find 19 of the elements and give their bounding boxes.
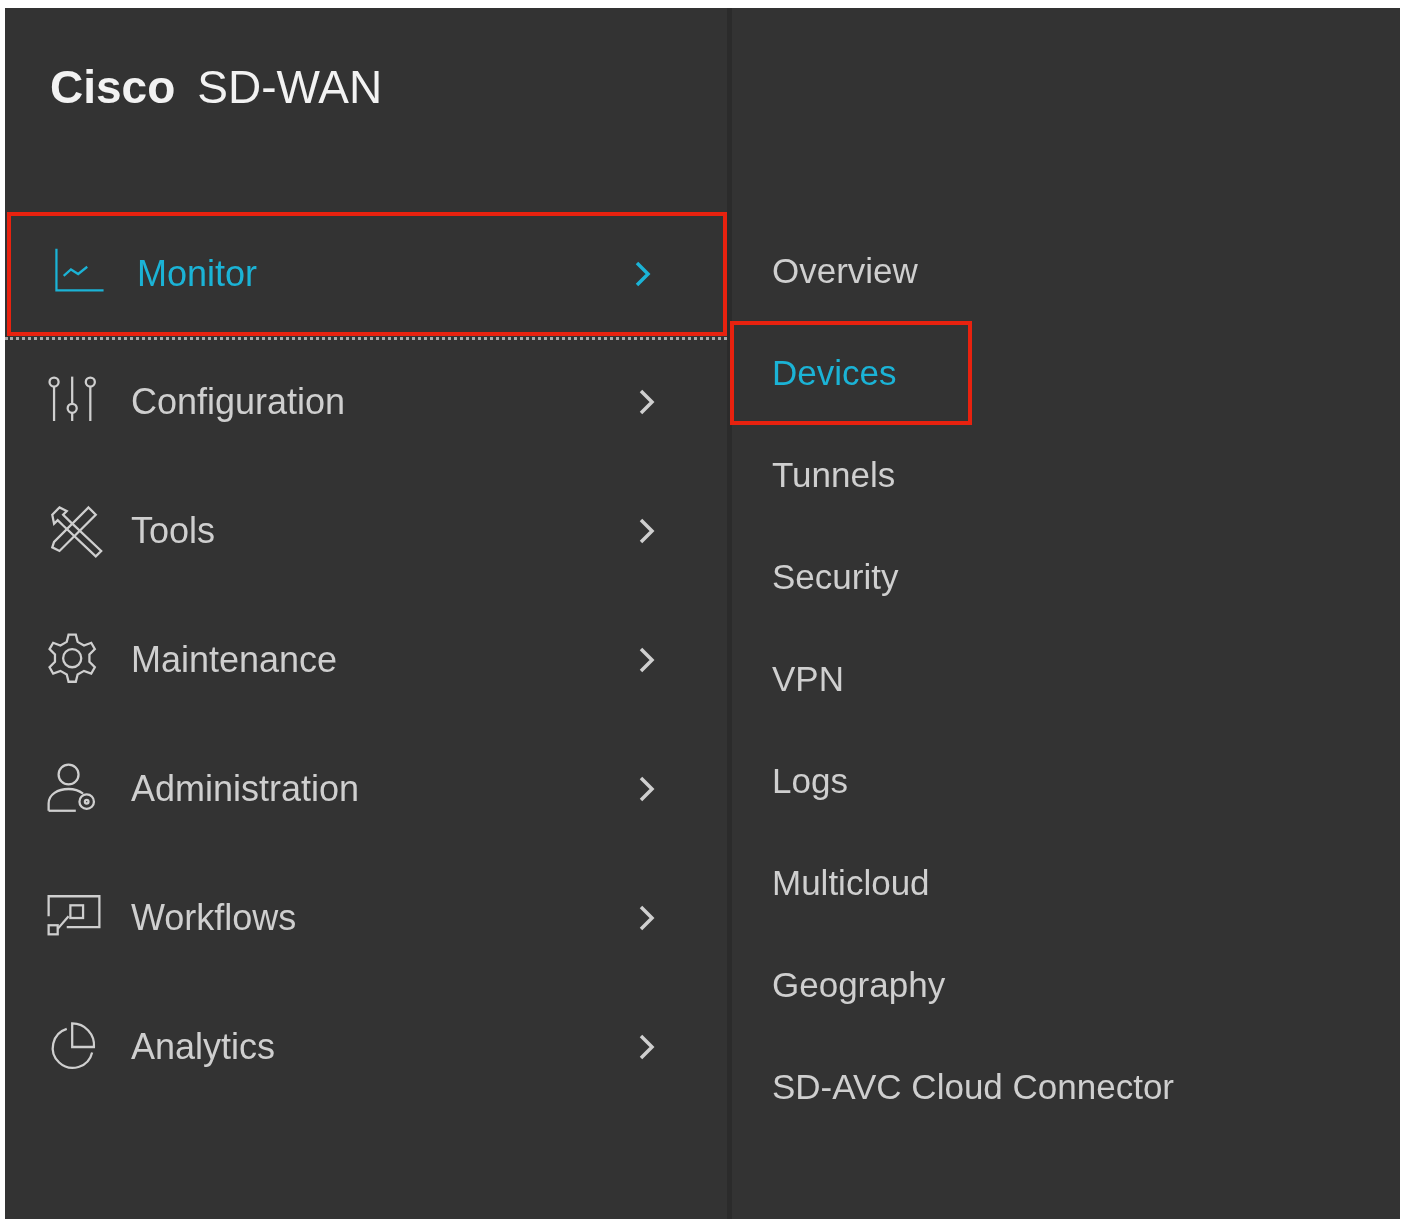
submenu-link[interactable]: Devices [730,321,973,425]
menu-item[interactable]: Monitor [51,245,723,303]
brand-name: Cisco [50,60,176,115]
submenu-link[interactable]: SD-AVC Cloud Connector [772,1067,1175,1107]
menu-item[interactable]: Configuration [45,372,727,431]
menu-item[interactable]: Maintenance [45,630,727,689]
submenu-link[interactable]: Logs [772,761,848,801]
submenu-link[interactable]: Tunnels [772,455,896,495]
menu-item[interactable]: Tools [45,501,727,560]
menu-item[interactable]: Analytics [45,1017,727,1076]
submenu-link[interactable]: VPN [772,659,844,699]
submenu-link[interactable]: Geography [772,965,946,1005]
product-name: SD-WAN [197,60,383,115]
submenu-link[interactable]: Security [772,557,899,597]
submenu-link[interactable]: Multicloud [772,863,930,903]
menu-item[interactable]: Workflows [45,888,727,947]
menu-item[interactable]: Administration [45,759,727,818]
submenu-link[interactable]: Overview [772,251,918,291]
chevron-icon [633,259,653,289]
